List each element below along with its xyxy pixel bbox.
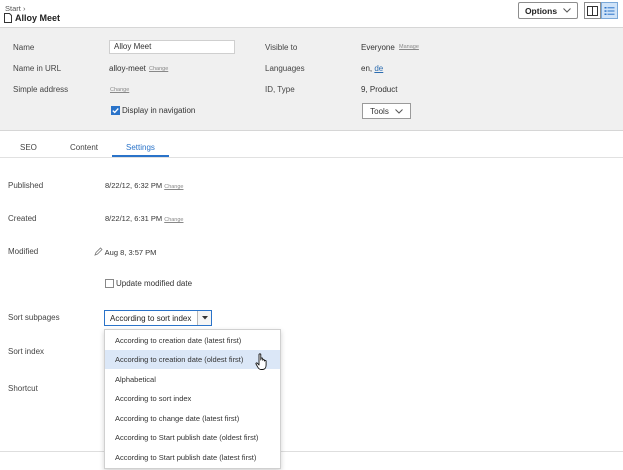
pencil-icon (94, 247, 103, 256)
breadcrumb[interactable]: Start › (5, 4, 25, 13)
created-value: 8/22/12, 6:31 PM Change (105, 214, 184, 223)
created-label: Created (8, 214, 37, 223)
page-icon (4, 13, 12, 23)
display-in-nav-checkbox[interactable] (111, 106, 120, 115)
modified-date: Aug 8, 3:57 PM (104, 248, 157, 257)
id-type-label: ID, Type (265, 85, 295, 94)
dropdown-option[interactable]: According to Start publish date (oldest … (105, 428, 280, 447)
page-title-group: Alloy Meet (4, 13, 60, 23)
display-in-nav-label: Display in navigation (122, 106, 196, 115)
dropdown-option[interactable]: According to sort index (105, 389, 280, 408)
tab-settings[interactable]: Settings (126, 143, 155, 152)
languages-prefix: en, (361, 64, 373, 73)
published-date: 8/22/12, 6:32 PM (105, 181, 163, 190)
chevron-down-icon (563, 8, 571, 13)
breadcrumb-start[interactable]: Start (5, 4, 21, 13)
visible-to-label: Visible to (265, 43, 298, 52)
options-label: Options (524, 5, 558, 16)
dropdown-option[interactable]: According to change date (latest first) (105, 409, 280, 428)
tab-content[interactable]: Content (70, 143, 98, 152)
footer-divider (0, 451, 623, 452)
tab-seo[interactable]: SEO (20, 143, 37, 152)
sort-subpages-value: According to sort index (110, 313, 192, 323)
shortcut-label: Shortcut (8, 384, 38, 393)
page-title: Alloy Meet (15, 13, 61, 23)
update-modified-checkbox[interactable] (105, 279, 114, 288)
hand-cursor-icon (255, 353, 267, 370)
visible-to-value: Everyone (361, 43, 395, 52)
language-de-link[interactable]: de (374, 64, 383, 73)
display-in-nav-row[interactable]: Display in navigation (111, 106, 195, 115)
split-view-button[interactable] (584, 2, 601, 19)
active-tab-indicator (112, 155, 169, 157)
dropdown-option[interactable]: According to Start publish date (latest … (105, 448, 280, 467)
languages-value: en, de (361, 64, 383, 73)
simple-address-label: Simple address (13, 85, 69, 94)
created-date: 8/22/12, 6:31 PM (105, 214, 163, 223)
simple-address-change-link[interactable]: Change (110, 87, 129, 93)
dropdown-option[interactable]: Alphabetical (105, 370, 280, 389)
sort-subpages-label: Sort subpages (8, 313, 60, 322)
dropdown-option[interactable]: According to creation date (oldest first… (105, 350, 280, 369)
published-label: Published (8, 181, 44, 190)
id-type-value: 9, Product (361, 85, 398, 94)
modified-label: Modified (8, 247, 39, 256)
checkmark-icon (112, 108, 119, 114)
caret-down-icon (201, 316, 208, 320)
created-change-link[interactable]: Change (164, 217, 183, 223)
url-change-link[interactable]: Change (149, 66, 168, 72)
sort-subpages-select[interactable]: According to sort index (104, 310, 212, 326)
name-label: Name (13, 43, 35, 52)
url-label: Name in URL (13, 64, 62, 73)
visible-to-manage-link[interactable]: Manage (399, 44, 419, 50)
sort-subpages-dropdown: According to creation date (latest first… (104, 329, 281, 469)
languages-label: Languages (265, 64, 305, 73)
dropdown-option[interactable]: According to creation date (latest first… (105, 331, 280, 350)
properties-panel (0, 27, 623, 131)
update-modified-row[interactable]: Update modified date (105, 279, 192, 288)
breadcrumb-separator-icon: › (22, 4, 26, 13)
published-change-link[interactable]: Change (164, 184, 183, 190)
select-arrow[interactable] (197, 311, 211, 325)
tab-divider (0, 157, 623, 158)
name-input[interactable]: Alloy Meet (109, 40, 235, 54)
list-view-button[interactable] (601, 2, 618, 19)
chevron-down-icon (394, 108, 403, 114)
split-view-icon (587, 5, 598, 16)
modified-value: Aug 8, 3:57 PM (94, 247, 156, 257)
url-value: alloy-meet (109, 64, 146, 73)
sort-index-label: Sort index (8, 347, 45, 356)
tools-button[interactable]: Tools (362, 103, 411, 119)
options-button[interactable]: Options (518, 2, 578, 19)
published-value: 8/22/12, 6:32 PM Change (105, 181, 184, 190)
list-view-icon (604, 6, 615, 15)
update-modified-label: Update modified date (116, 279, 193, 288)
tools-label: Tools (370, 106, 389, 116)
